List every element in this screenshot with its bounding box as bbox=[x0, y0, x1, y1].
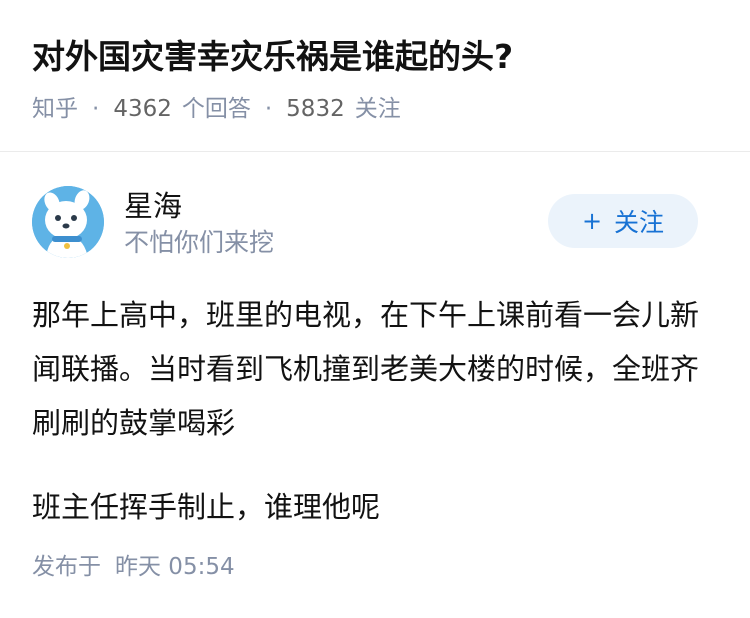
author-row: 星海 不怕你们来挖 + 关注 bbox=[0, 152, 750, 272]
answer-count-label: 个回答 bbox=[181, 96, 251, 122]
published-label: 发布于 bbox=[32, 554, 101, 580]
author-name[interactable]: 星海 bbox=[124, 186, 182, 226]
follow-button[interactable]: + 关注 bbox=[548, 194, 698, 248]
answer-page: 对外国灾害幸灾乐祸是谁起的头? 知乎 · 4362 个回答 · 5832 关注 bbox=[0, 0, 750, 618]
follower-count: 5832 bbox=[286, 96, 345, 122]
question-title[interactable]: 对外国灾害幸灾乐祸是谁起的头? bbox=[32, 34, 513, 80]
question-meta: 知乎 · 4362 个回答 · 5832 关注 bbox=[32, 93, 401, 125]
answer-count: 4362 bbox=[113, 96, 172, 122]
plus-icon: + bbox=[581, 207, 603, 235]
meta-separator: · bbox=[92, 96, 100, 122]
source-label[interactable]: 知乎 bbox=[32, 93, 78, 125]
publish-time: 发布于 昨天 05:54 bbox=[32, 550, 235, 584]
published-time: 昨天 05:54 bbox=[115, 554, 235, 580]
answer-paragraph: 班主任挥手制止，谁理他呢 bbox=[32, 490, 381, 524]
question-header: 对外国灾害幸灾乐祸是谁起的头? 知乎 · 4362 个回答 · 5832 关注 bbox=[0, 0, 750, 152]
meta-separator: · bbox=[264, 96, 273, 122]
follower-count-label: 关注 bbox=[354, 96, 401, 122]
follow-label: 关注 bbox=[614, 208, 665, 237]
cartoon-dog-avatar-icon[interactable] bbox=[32, 186, 104, 258]
answer-body: 那年上高中，班里的电视，在下午上课前看一会儿新闻联播。当时看到飞机撞到老美大楼的… bbox=[32, 288, 722, 534]
author-bio: 不怕你们来挖 bbox=[124, 228, 275, 257]
answer-paragraph: 那年上高中，班里的电视，在下午上课前看一会儿新闻联播。当时看到飞机撞到老美大楼的… bbox=[32, 298, 700, 440]
